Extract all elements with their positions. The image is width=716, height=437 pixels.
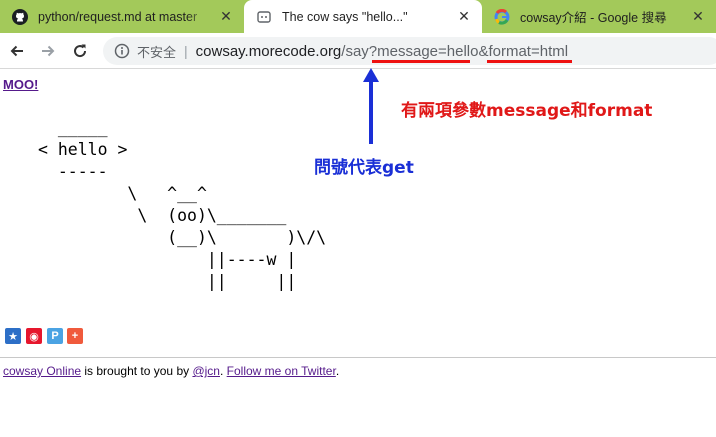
url-text[interactable]: cowsay.morecode.org/say?message=hello&fo… <box>196 43 568 60</box>
cowsay-output: _____ < hello > ----- \ ^__^ \ (oo)\____… <box>38 118 327 291</box>
url-path: /say?message=hello&format=html <box>341 42 569 60</box>
tab-title: python/request.md at master <box>38 9 198 24</box>
cowsay-page-icon <box>256 9 272 25</box>
tab-title: cowsay介紹 - Google 搜尋 <box>520 11 667 25</box>
footer: cowsay Online is brought to you by @jcn.… <box>3 364 339 378</box>
twitter-link[interactable]: Follow me on Twitter <box>227 364 336 378</box>
tab-cowsay-active[interactable]: The cow says "hello..." ✕ <box>244 0 482 33</box>
tab-github[interactable]: python/request.md at master ✕ <box>0 0 244 33</box>
tab-strip: python/request.md at master ✕ The cow sa… <box>0 0 716 33</box>
more-share-icon[interactable]: + <box>67 328 83 344</box>
footer-text: . <box>335 364 340 378</box>
tab-title: The cow says "hello..." <box>282 9 408 24</box>
info-icon[interactable] <box>113 42 131 60</box>
annotation-get: 問號代表get <box>314 158 414 178</box>
footer-text: is brought to you by <box>81 364 193 378</box>
close-icon[interactable]: ✕ <box>456 8 472 25</box>
qzone-icon[interactable]: ★ <box>5 328 21 344</box>
footer-divider <box>0 357 716 358</box>
google-icon <box>494 8 510 25</box>
insecure-label: 不安全 <box>137 44 177 60</box>
author-link[interactable]: @jcn <box>192 364 220 378</box>
weibo-icon[interactable]: ◉ <box>26 328 42 344</box>
omnibox-separator: | <box>184 43 188 59</box>
browser-toolbar: 不安全 | cowsay.morecode.org/say?message=he… <box>0 33 716 69</box>
back-icon[interactable] <box>5 39 29 63</box>
tencent-weibo-icon[interactable]: P <box>47 328 63 344</box>
reload-icon[interactable] <box>68 39 92 63</box>
cowsay-online-link[interactable]: cowsay Online <box>3 364 81 378</box>
annotation-underline-format <box>487 60 572 63</box>
annotation-params: 有兩項參數message和format <box>401 101 653 121</box>
tab-google[interactable]: cowsay介紹 - Google 搜尋 ✕ <box>482 0 716 33</box>
github-icon <box>12 8 28 25</box>
footer-text: . <box>219 364 227 378</box>
annotation-arrow-icon <box>363 68 379 144</box>
forward-icon[interactable] <box>36 39 60 63</box>
close-icon[interactable]: ✕ <box>690 8 706 25</box>
close-icon[interactable]: ✕ <box>218 8 234 25</box>
url-host: cowsay.morecode.org <box>195 42 342 60</box>
annotation-underline-message <box>372 60 470 63</box>
moo-link[interactable]: MOO! <box>3 77 38 92</box>
